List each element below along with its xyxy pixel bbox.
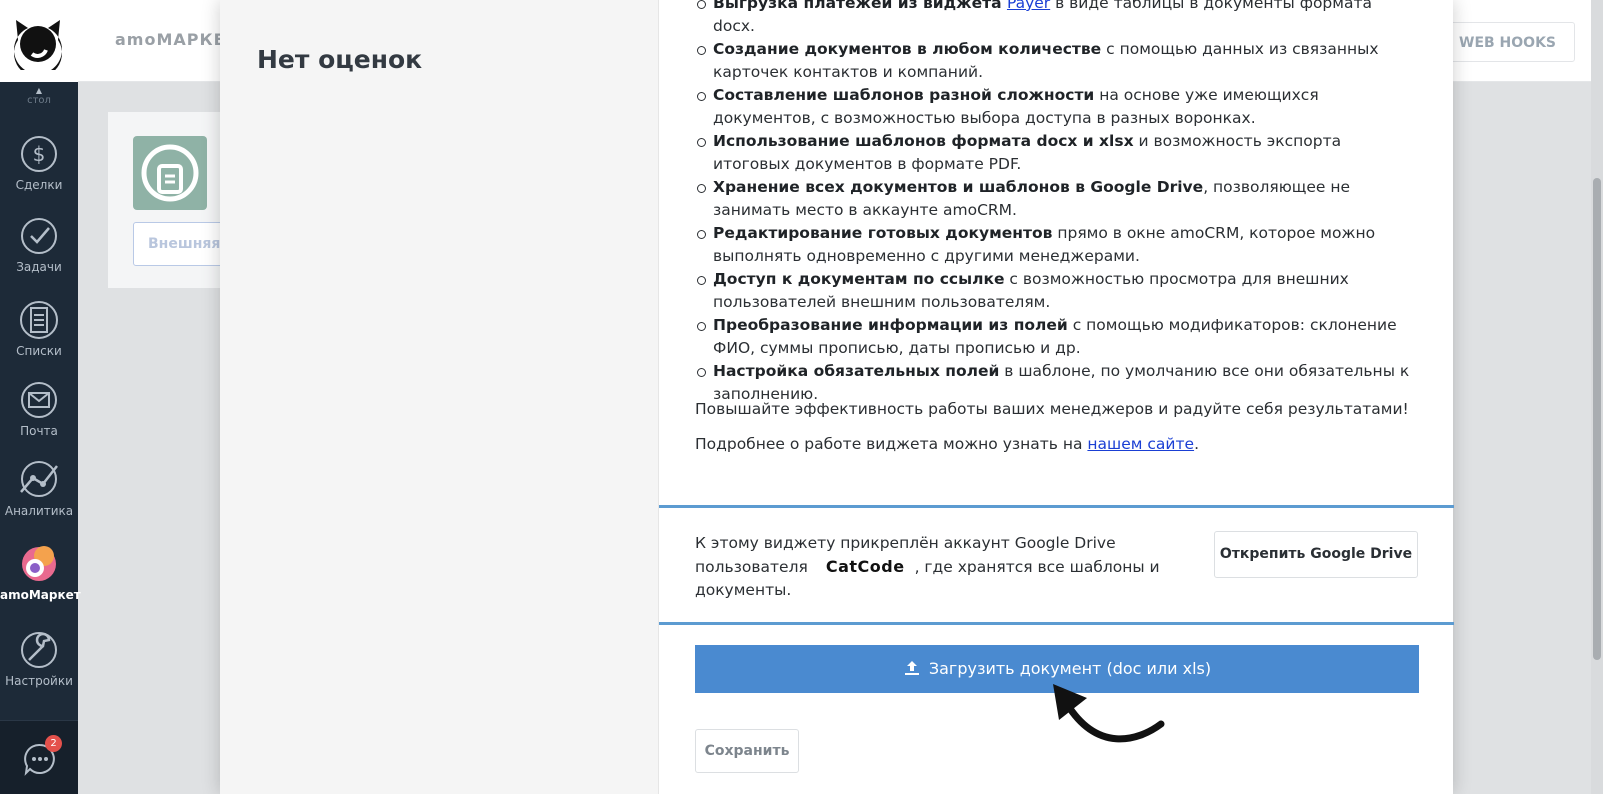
feature-bold: Редактирование готовых документов <box>713 224 1053 242</box>
feature-bold: Использование шаблонов формата docx и xl… <box>713 132 1134 150</box>
upload-icon <box>904 661 919 675</box>
nav-label-analytics: Аналитика <box>4 504 74 518</box>
widget-description-panel: Выгрузка платежей из виджета Payer в вид… <box>658 0 1454 794</box>
gdrive-account-text: К этому виджету прикреплён аккаунт Googl… <box>695 532 1165 602</box>
lists-icon <box>20 301 58 339</box>
feature-item: Составление шаблонов разной сложности на… <box>695 84 1415 130</box>
feature-item: Выгрузка платежей из виджета Payer в вид… <box>695 0 1415 38</box>
chevron-up-icon: ▲ <box>35 86 43 95</box>
rating-text: Нет оценок <box>257 45 423 74</box>
deals-dollar-icon: $ <box>21 136 57 172</box>
feature-bold: Создание документов в любом количестве <box>713 40 1102 58</box>
app-title: amoМАРКЕ <box>115 30 226 49</box>
cat-logo-icon <box>14 20 62 70</box>
nav-label-mail: Почта <box>20 424 58 438</box>
nav-item-tasks[interactable]: Задачи <box>0 216 78 294</box>
tasks-check-icon <box>21 218 57 254</box>
left-nav: ▲ стол $ Сделки Задачи Списки Почта Анал… <box>0 0 81 794</box>
feature-bold: Доступ к документам по ссылке <box>713 270 1005 288</box>
nav-item-settings[interactable]: Настройки <box>0 630 78 708</box>
upload-label: Загрузить документ (doc или xls) <box>928 659 1212 678</box>
nav-label-deals: Сделки <box>15 178 63 192</box>
feature-bold: Настройка обязательных полей <box>713 362 1000 380</box>
nav-item-mail[interactable]: Почта <box>0 380 78 458</box>
logo[interactable] <box>0 0 78 82</box>
feature-item: Хранение всех документов и шаблонов в Go… <box>695 176 1415 222</box>
nav-label-amomarket: amoМаркет <box>0 588 81 602</box>
feature-bold: Преобразование информации из полей <box>713 316 1068 334</box>
section-divider <box>659 622 1454 625</box>
more-info-prefix: Подробнее о работе виджета можно узнать … <box>695 435 1088 453</box>
widget-card: Внешняя <box>108 112 243 288</box>
feature-item: Доступ к документам по ссылке с возможно… <box>695 268 1415 314</box>
feature-bold: Составление шаблонов разной сложности <box>713 86 1095 104</box>
feature-bold: Выгрузка платежей из виджета <box>713 0 1007 12</box>
payer-link[interactable]: Payer <box>1007 0 1050 12</box>
chat-button[interactable]: 2 <box>0 720 78 794</box>
feature-bold: Хранение всех документов и шаблонов в Go… <box>713 178 1204 196</box>
nav-label-settings: Настройки <box>5 674 73 688</box>
amomarket-icon <box>22 546 56 581</box>
chat-badge: 2 <box>45 735 62 752</box>
feature-item: Создание документов в любом количестве с… <box>695 38 1415 84</box>
website-link[interactable]: нашем сайте <box>1087 435 1194 453</box>
more-info-text: Подробнее о работе виджета можно узнать … <box>695 435 1199 453</box>
detach-gdrive-button[interactable]: Открепить Google Drive <box>1214 531 1418 578</box>
scrollbar[interactable] <box>1591 0 1603 794</box>
pointer-arrow-icon <box>1053 684 1165 743</box>
nav-scroll-hint[interactable]: ▲ стол <box>0 86 78 106</box>
settings-wrench-icon <box>21 632 57 668</box>
nav-label-lists: Списки <box>16 344 62 358</box>
nav-scroll-label: стол <box>27 95 51 106</box>
widget-modal: Нет оценок Выгрузка платежей из виджета … <box>220 0 1454 794</box>
nav-item-deals[interactable]: $ Сделки <box>0 130 78 208</box>
mail-icon <box>21 382 57 418</box>
section-divider <box>659 505 1454 508</box>
nav-label-tasks: Задачи <box>16 260 62 274</box>
feature-list: Выгрузка платежей из виджета Payer в вид… <box>695 0 1415 406</box>
feature-item: Преобразование информации из полей с пом… <box>695 314 1415 360</box>
webhooks-button[interactable]: WEB HOOKS <box>1440 22 1576 62</box>
gdrive-user: CatCode <box>825 557 905 576</box>
motivation-text: Повышайте эффективность работы ваших мен… <box>695 400 1409 418</box>
nav-item-lists[interactable]: Списки <box>0 298 78 376</box>
feature-item: Использование шаблонов формата docx и xl… <box>695 130 1415 176</box>
feature-item: Редактирование готовых документов прямо … <box>695 222 1415 268</box>
scrollbar-thumb[interactable] <box>1593 178 1601 660</box>
svg-text:$: $ <box>33 142 46 166</box>
analytics-icon <box>20 461 58 497</box>
nav-item-analytics[interactable]: Аналитика <box>0 458 78 536</box>
widget-logo-icon <box>133 136 207 210</box>
save-button[interactable]: Сохранить <box>695 729 799 773</box>
nav-item-amomarket[interactable]: amoМаркет <box>0 542 81 620</box>
more-info-suffix: . <box>1194 435 1199 453</box>
